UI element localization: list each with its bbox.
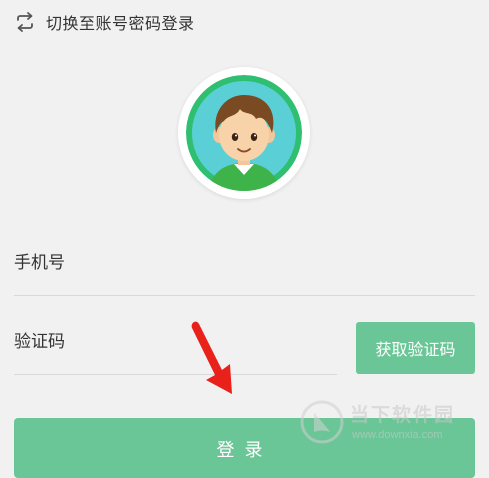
watermark-name: 当下软件园: [350, 404, 456, 426]
avatar: [178, 67, 310, 199]
red-arrow-icon: [191, 321, 232, 394]
get-code-button[interactable]: 获取验证码: [356, 322, 475, 374]
watermark: 当下软件园 www.downxia.com: [300, 398, 485, 458]
code-field-underline: [14, 374, 337, 375]
watermark-logo-icon: [300, 400, 344, 444]
swap-icon: [14, 11, 36, 33]
phone-field-underline: [14, 295, 475, 296]
cartoon-boy-avatar-icon: [186, 75, 302, 191]
switch-login-label: 切换至账号密码登录: [46, 14, 195, 33]
watermark-url: www.downxia.com: [352, 429, 443, 441]
switch-to-password-login[interactable]: 切换至账号密码登录: [14, 8, 195, 36]
phone-field-label: 手机号: [14, 253, 65, 273]
code-field-label: 验证码: [14, 332, 65, 352]
